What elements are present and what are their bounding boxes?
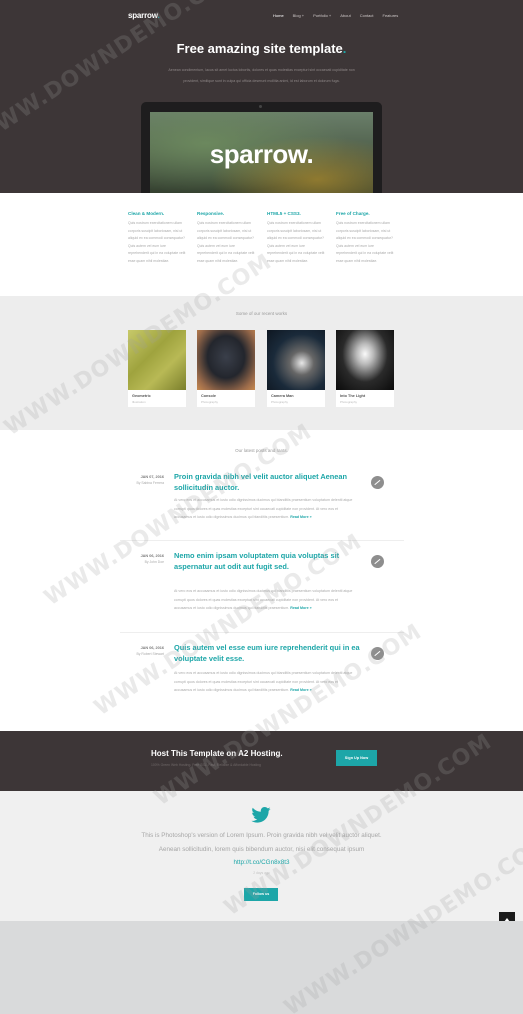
nav-home[interactable]: Home [273, 13, 284, 18]
works-section: Some of our recent works Geometric Illus… [0, 296, 523, 430]
post-author: By John Doe [144, 560, 164, 564]
feature-clean: Clean & Modern. Quis nostrum exercitatio… [128, 211, 186, 266]
work-title: Into The Light [340, 394, 366, 398]
monitor-screen-image: sparrow. [150, 112, 373, 193]
hero-section: sparrow. Home Blog + Portfolio + About C… [0, 0, 523, 193]
tweet-link[interactable]: http://t.co/CGn8x8t3 [233, 859, 289, 866]
post-date: JAN 06, 2016 [140, 554, 164, 558]
work-category: Photography [340, 400, 358, 404]
tweet-text: This is Photoshop's version of Lorem Ips… [141, 832, 382, 866]
nav-contact[interactable]: Contact [360, 13, 374, 18]
work-thumbnail-geometric[interactable] [128, 330, 186, 390]
feature-text: Quis nostrum exercitationem ullam corpor… [197, 221, 255, 263]
feature-title: Free of Charge. [336, 211, 370, 216]
work-title: Console [201, 394, 216, 398]
hosting-title: Host This Template on A2 Hosting. [151, 749, 283, 758]
post-divider [120, 540, 404, 541]
monitor-mockup: sparrow. [141, 102, 382, 193]
works-title: Some of our recent works [235, 311, 288, 316]
blog-title: Our latest posts and rants. [235, 448, 288, 453]
post-title[interactable]: Nemo enim ipsam voluptatem quia voluptas… [174, 551, 370, 572]
feature-title: HTML5 + CSS3. [267, 211, 301, 216]
post-meta: JAN 06, 2016 By John Doe [120, 554, 164, 565]
post-title[interactable]: Quis autem vel esse eum iure reprehender… [174, 643, 370, 664]
work-card[interactable]: Geometric Illustration [128, 330, 186, 407]
blog-section: Our latest posts and rants. JAN 07, 2016… [0, 430, 523, 731]
post-excerpt: At vero eos et accusamus et iusto odio d… [174, 671, 353, 693]
post-excerpt: At vero eos et accusamus et iusto odio d… [174, 498, 353, 520]
feature-text: Quis nostrum exercitationem ullam corpor… [267, 221, 325, 263]
post-divider [120, 632, 404, 633]
hero-subtitle: Aenean condimentum, lacus sit amet luctu… [168, 68, 355, 83]
work-card[interactable]: Into The Light Photography [336, 330, 394, 407]
post-author: By Robert Stewart [136, 652, 164, 656]
features-section: Clean & Modern. Quis nostrum exercitatio… [0, 193, 523, 296]
post-meta: JAN 06, 2016 By Robert Stewart [120, 646, 164, 657]
read-more-link[interactable]: Read More » [290, 606, 311, 610]
pencil-icon [371, 476, 384, 489]
nav-blog[interactable]: Blog + [293, 13, 304, 18]
work-card[interactable]: Console Photography [197, 330, 255, 407]
feature-text: Quis nostrum exercitationem ullam corpor… [336, 221, 394, 263]
work-category: Illustration [132, 400, 146, 404]
pencil-icon [371, 647, 384, 660]
page-bottom-area [0, 921, 523, 1014]
post-date: JAN 07, 2016 [140, 475, 164, 479]
hosting-subtitle: 100% Green Web Hosting. Free SSL. Fast, … [151, 763, 261, 767]
nav-portfolio[interactable]: Portfolio + [313, 13, 331, 18]
post-title[interactable]: Proin gravida nibh vel velit auctor aliq… [174, 472, 370, 493]
work-card[interactable]: Camera Man Photography [267, 330, 325, 407]
twitter-icon [251, 807, 271, 823]
nav-features[interactable]: Features [383, 13, 399, 18]
hosting-banner: Host This Template on A2 Hosting. 100% G… [0, 731, 523, 791]
feature-title: Responsive. [197, 211, 225, 216]
hero-title: Free amazing site template. [176, 41, 347, 56]
read-more-link[interactable]: Read More » [290, 688, 311, 692]
work-thumbnail-into-the-light[interactable] [336, 330, 394, 390]
screen-logo: sparrow. [209, 139, 314, 169]
work-thumbnail-console[interactable] [197, 330, 255, 390]
feature-title: Clean & Modern. [128, 211, 165, 216]
main-nav: Home Blog + Portfolio + About Contact Fe… [273, 13, 398, 18]
feature-text: Quis nostrum exercitationem ullam corpor… [128, 221, 186, 263]
work-thumbnail-camera-man[interactable] [267, 330, 325, 390]
post-date: JAN 06, 2016 [140, 646, 164, 650]
post-meta: JAN 07, 2016 By Sabina Ferrera [120, 475, 164, 486]
twitter-section: This is Photoshop's version of Lorem Ips… [0, 791, 523, 928]
feature-responsive: Responsive. Quis nostrum exercitationem … [197, 211, 255, 266]
follow-us-button[interactable]: Follow us [244, 888, 278, 901]
nav-about[interactable]: About [340, 13, 350, 18]
camera-dot [259, 105, 262, 108]
read-more-link[interactable]: Read More » [290, 515, 311, 519]
tweet-time: 2 days ago [253, 871, 270, 875]
work-title: Camera Man [271, 394, 294, 398]
sign-up-button[interactable]: Sign Up Now [336, 750, 377, 766]
post-excerpt: At vero eos et accusamus et iusto odio d… [174, 589, 353, 611]
feature-free: Free of Charge. Quis nostrum exercitatio… [336, 211, 394, 266]
site-logo[interactable]: sparrow. [128, 11, 160, 20]
work-title: Geometric [132, 394, 151, 398]
feature-html5: HTML5 + CSS3. Quis nostrum exercitatione… [267, 211, 325, 266]
work-category: Photography [201, 400, 219, 404]
work-category: Photography [271, 400, 289, 404]
pencil-icon [371, 555, 384, 568]
post-author: By Sabina Ferrera [136, 481, 164, 485]
